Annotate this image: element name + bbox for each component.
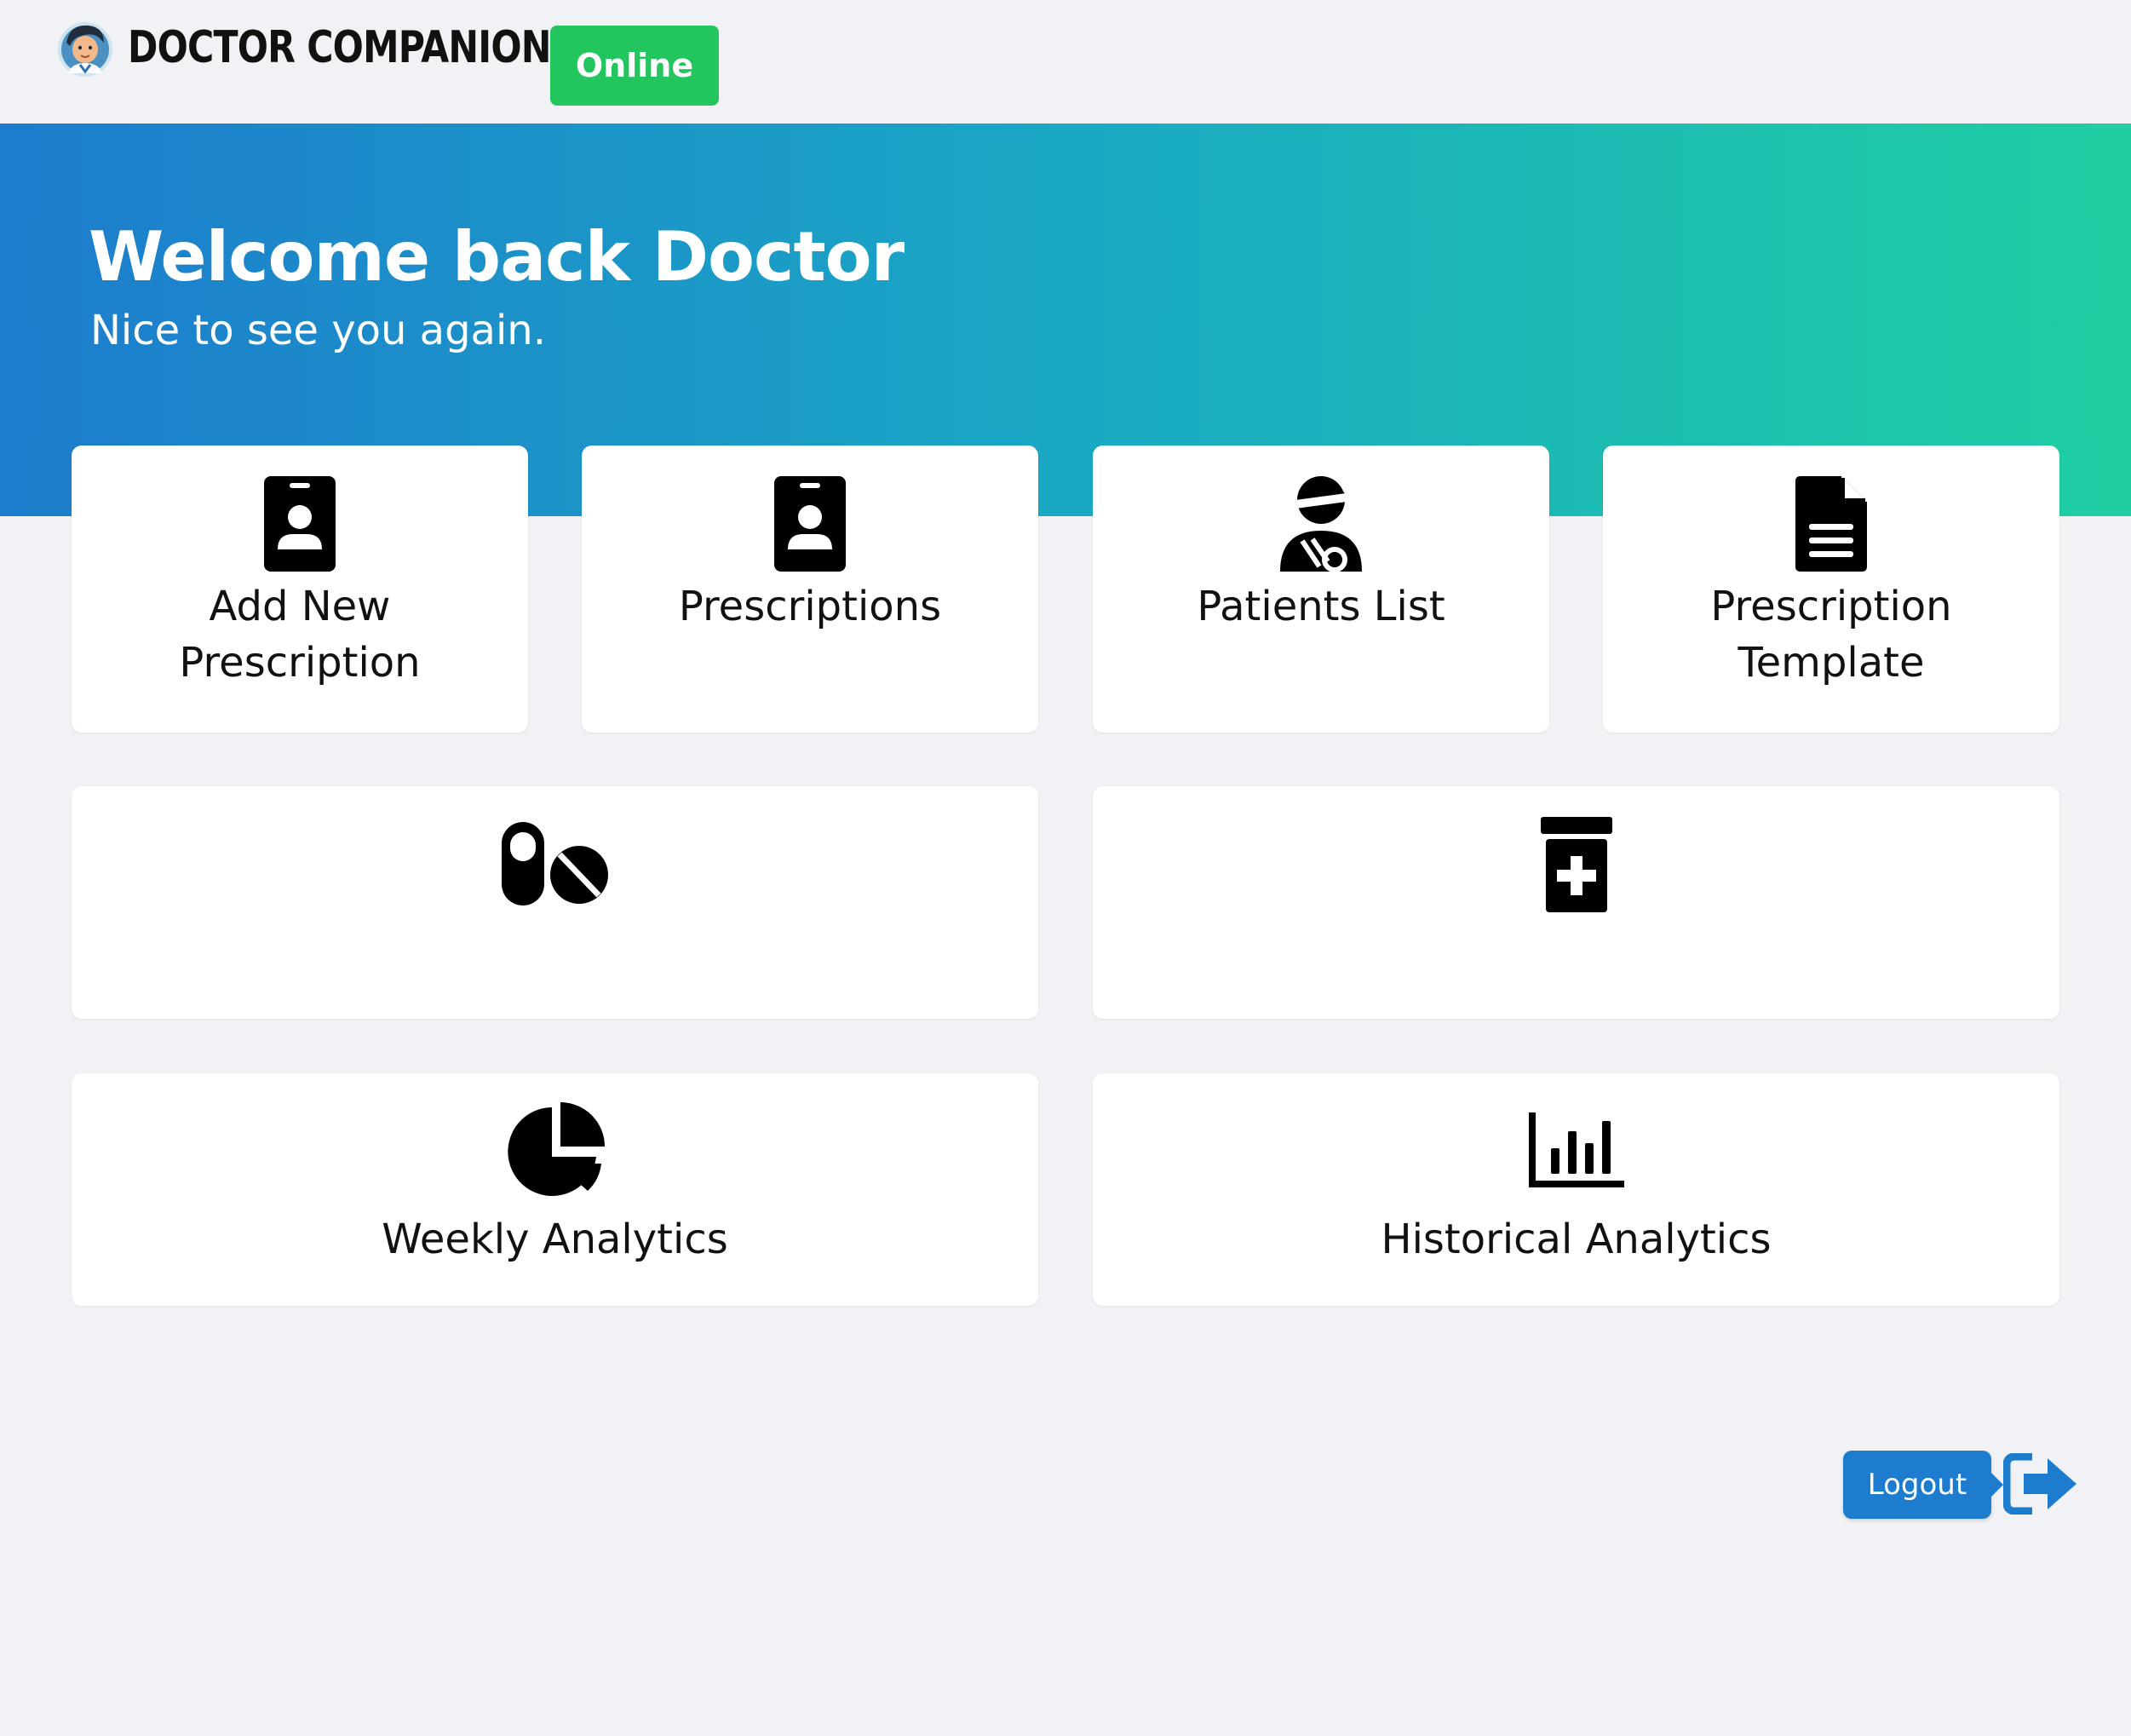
file-lines-icon bbox=[1795, 476, 1867, 572]
tile-historical-analytics[interactable]: Historical Analytics bbox=[1093, 1073, 2059, 1306]
tile-label: Prescription Template bbox=[1710, 583, 1952, 687]
tile-label: Prescriptions bbox=[678, 583, 942, 630]
tile-label: Weekly Analytics bbox=[382, 1216, 728, 1263]
doctor-avatar-logo-icon bbox=[58, 22, 112, 77]
tile-label: Add New Prescription bbox=[179, 583, 421, 687]
user-injured-icon bbox=[1280, 476, 1362, 572]
id-badge-icon bbox=[774, 476, 846, 572]
online-status-badge: Online bbox=[550, 26, 719, 106]
top-bar: DOCTOR COMPANION Online bbox=[0, 0, 2131, 124]
sign-out-icon[interactable] bbox=[2003, 1453, 2078, 1515]
welcome-title: Welcome back Doctor bbox=[89, 217, 905, 296]
tile-prescriptions[interactable]: Prescriptions bbox=[582, 445, 1038, 733]
tile-weekly-analytics[interactable]: Weekly Analytics bbox=[72, 1073, 1038, 1306]
brand-name: DOCTOR COMPANION bbox=[128, 22, 551, 73]
prescription-bottle-medical-icon bbox=[1540, 817, 1612, 912]
tile-pharmacy[interactable] bbox=[1093, 786, 2059, 1019]
tile-medicines[interactable] bbox=[72, 786, 1038, 1019]
logout-button[interactable]: Logout bbox=[1843, 1451, 2003, 1519]
welcome-subtitle: Nice to see you again. bbox=[90, 307, 546, 354]
chart-pie-icon bbox=[507, 1102, 605, 1196]
tile-prescription-template[interactable]: Prescription Template bbox=[1603, 445, 2059, 733]
tile-add-new-prescription[interactable]: Add New Prescription bbox=[72, 445, 528, 733]
chart-column-icon bbox=[1528, 1112, 1624, 1187]
pills-icon bbox=[501, 822, 608, 905]
id-badge-icon bbox=[264, 476, 336, 572]
tile-label: Patients List bbox=[1197, 583, 1445, 630]
tile-patients-list[interactable]: Patients List bbox=[1093, 445, 1549, 733]
tile-label: Historical Analytics bbox=[1381, 1216, 1772, 1263]
